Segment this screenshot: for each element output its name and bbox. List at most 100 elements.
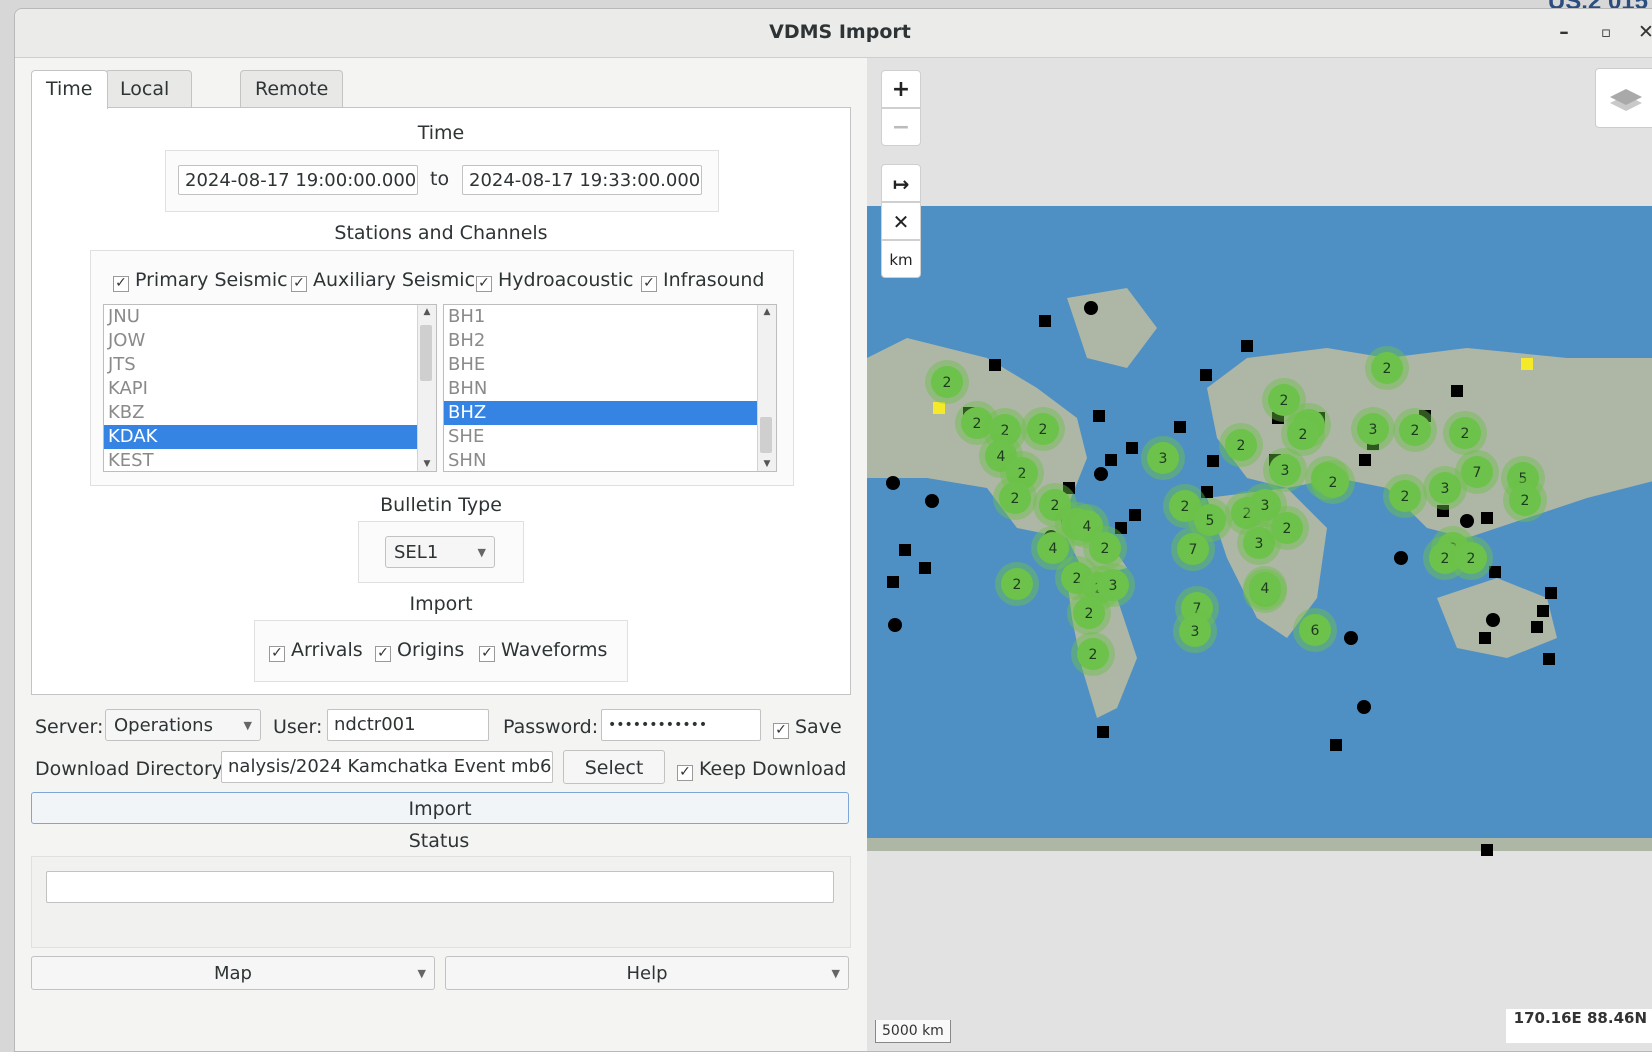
cluster-count: 3 xyxy=(1261,498,1270,514)
bulletin-type-select[interactable]: SEL1 ▼ xyxy=(385,536,495,568)
server-select[interactable]: Operations ▼ xyxy=(105,709,261,741)
scroll-down-icon[interactable]: ▼ xyxy=(418,459,436,469)
select-directory-button[interactable]: Select xyxy=(563,750,665,784)
cluster-count: 3 xyxy=(1369,422,1378,438)
check-icon: ✓ xyxy=(113,276,129,292)
tab-time[interactable]: Time xyxy=(31,70,108,109)
station-list[interactable]: JNU JOW JTS KAPI KBZ KDAK KEST ▲ ▼ xyxy=(103,304,437,472)
station-item[interactable]: JTS xyxy=(104,353,436,377)
unit-toggle-button[interactable]: km xyxy=(881,240,921,278)
layers-icon xyxy=(1610,89,1642,111)
import-options-group: ✓ Arrivals ✓ Origins ✓ Waveforms xyxy=(254,620,628,682)
cluster-count: 2 xyxy=(1237,438,1246,454)
check-icon: ✓ xyxy=(641,276,657,292)
origins-label: Origins xyxy=(397,639,465,661)
auxiliary-seismic-label: Auxiliary Seismic xyxy=(313,269,476,291)
channel-item[interactable]: BHE xyxy=(444,353,776,377)
user-input[interactable]: ndctr001 xyxy=(327,709,489,741)
help-button-label: Help xyxy=(626,963,668,984)
scroll-thumb[interactable] xyxy=(760,417,772,453)
chevron-down-icon: ▼ xyxy=(831,967,840,980)
channel-item-selected[interactable]: BHZ xyxy=(444,401,776,425)
station-marker xyxy=(1481,844,1493,856)
password-input[interactable]: •••••••••••• xyxy=(601,709,761,741)
save-checkbox[interactable]: ✓ Save xyxy=(773,716,842,739)
close-icon[interactable]: ✕ xyxy=(1633,19,1652,45)
world-map-canvas[interactable]: 2222422224422233252233234222232722273634… xyxy=(867,58,1652,1051)
minimize-icon[interactable]: – xyxy=(1551,19,1577,45)
station-marker xyxy=(1460,514,1474,528)
station-map[interactable]: 2222422224422233252233234222232722273634… xyxy=(867,58,1652,1051)
chevron-down-icon: ▼ xyxy=(477,546,486,559)
station-marker xyxy=(1084,301,1098,315)
keep-download-checkbox[interactable]: ✓ Keep Download xyxy=(677,758,846,781)
highlight-station-marker xyxy=(1521,358,1533,370)
channel-item[interactable]: BH2 xyxy=(444,329,776,353)
station-marker xyxy=(1129,509,1141,521)
cluster-count: 6 xyxy=(1311,623,1320,639)
import-section-label: Import xyxy=(409,593,473,615)
station-item[interactable]: JNU xyxy=(104,305,436,329)
arrivals-checkbox[interactable]: ✓ Arrivals xyxy=(269,639,363,662)
origins-checkbox[interactable]: ✓ Origins xyxy=(375,639,464,662)
channel-list[interactable]: BH1 BH2 BHE BHN BHZ SHE SHN ▲ ▼ xyxy=(443,304,777,472)
scroll-down-icon[interactable]: ▼ xyxy=(758,459,776,469)
channel-item[interactable]: BH1 xyxy=(444,305,776,329)
infrasound-checkbox[interactable]: ✓ Infrasound xyxy=(641,269,764,292)
channel-item[interactable]: BHN xyxy=(444,377,776,401)
station-item[interactable]: JOW xyxy=(104,329,436,353)
maximize-icon[interactable]: ▫ xyxy=(1593,19,1619,45)
auxiliary-seismic-checkbox[interactable]: ✓ Auxiliary Seismic xyxy=(291,269,475,292)
measure-icon[interactable]: ↦ xyxy=(881,164,921,202)
hydroacoustic-checkbox[interactable]: ✓ Hydroacoustic xyxy=(476,269,633,292)
end-time-input[interactable]: 2024-08-17 19:33:00.000 xyxy=(462,165,702,195)
check-icon: ✓ xyxy=(291,276,307,292)
check-icon: ✓ xyxy=(269,646,285,662)
channel-item[interactable]: SHN xyxy=(444,449,776,471)
scroll-thumb[interactable] xyxy=(420,325,432,381)
station-item[interactable]: KEST xyxy=(104,449,436,471)
scroll-up-icon[interactable]: ▲ xyxy=(758,307,776,317)
hydroacoustic-label: Hydroacoustic xyxy=(498,269,634,291)
layers-button[interactable] xyxy=(1595,68,1652,128)
scroll-up-icon[interactable]: ▲ xyxy=(418,307,436,317)
cluster-count: 3 xyxy=(1109,578,1118,594)
check-icon: ✓ xyxy=(479,646,495,662)
zoom-out-button[interactable]: − xyxy=(881,108,921,146)
tab-remote-origins[interactable]: Remote Origins xyxy=(240,70,344,136)
save-label: Save xyxy=(795,716,842,738)
station-item[interactable]: KAPI xyxy=(104,377,436,401)
check-icon: ✓ xyxy=(677,765,693,781)
download-directory-input[interactable]: nalysis/2024 Kamchatka Event mb6.0 xyxy=(221,751,553,783)
map-menu-button[interactable]: Map ▼ xyxy=(31,956,435,990)
time-range-group: 2024-08-17 19:00:00.000 to 2024-08-17 19… xyxy=(165,150,719,212)
waveforms-checkbox[interactable]: ✓ Waveforms xyxy=(479,639,607,662)
station-item-selected[interactable]: KDAK xyxy=(104,425,436,449)
highlight-station-marker xyxy=(933,402,945,414)
station-marker xyxy=(1359,454,1371,466)
cluster-count: 7 xyxy=(1473,465,1482,481)
check-icon: ✓ xyxy=(375,646,391,662)
station-marker xyxy=(1486,613,1500,627)
clear-measure-icon[interactable]: ✕ xyxy=(881,202,921,240)
cluster-count: 4 xyxy=(1261,581,1270,597)
station-marker xyxy=(1241,340,1253,352)
stations-section-label: Stations and Channels xyxy=(334,222,548,244)
cluster-count: 2 xyxy=(1011,491,1020,507)
chevron-down-icon: ▼ xyxy=(243,719,252,732)
bulletin-type-value: SEL1 xyxy=(394,542,439,563)
zoom-in-button[interactable]: + xyxy=(881,70,921,108)
tab-local-origin[interactable]: Local Origin xyxy=(105,70,193,136)
station-item[interactable]: KBZ xyxy=(104,401,436,425)
channel-list-scrollbar[interactable]: ▲ ▼ xyxy=(757,305,776,471)
station-marker xyxy=(1344,631,1358,645)
primary-seismic-checkbox[interactable]: ✓ Primary Seismic xyxy=(113,269,288,292)
help-menu-button[interactable]: Help ▼ xyxy=(445,956,849,990)
import-button[interactable]: Import xyxy=(31,792,849,824)
station-marker xyxy=(1093,410,1105,422)
start-time-input[interactable]: 2024-08-17 19:00:00.000 xyxy=(178,165,418,195)
channel-item[interactable]: SHE xyxy=(444,425,776,449)
station-marker xyxy=(1094,467,1108,481)
station-list-scrollbar[interactable]: ▲ ▼ xyxy=(417,305,436,471)
cluster-count: 2 xyxy=(1411,423,1420,439)
